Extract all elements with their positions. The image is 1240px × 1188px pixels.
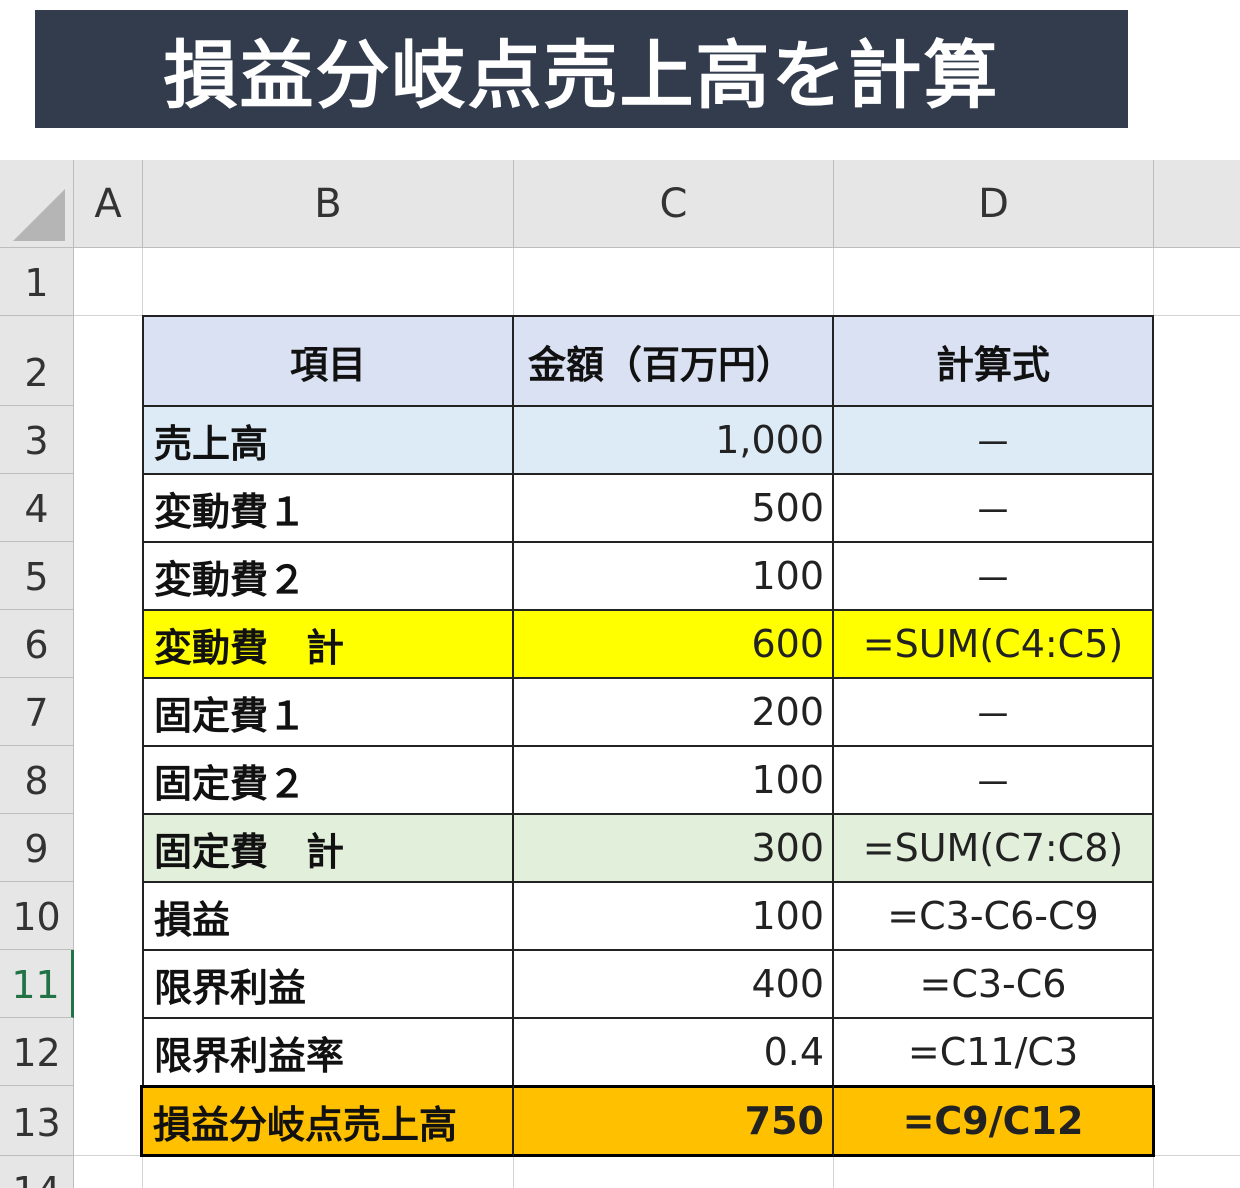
cell-item-fixed-cost-1[interactable]: 固定費１ (142, 679, 514, 747)
row-header-7[interactable]: 7 (0, 678, 74, 746)
cell-formula-sales[interactable]: － (834, 407, 1154, 475)
select-all-icon (13, 189, 65, 241)
cell-formula-variable-cost-2[interactable]: － (834, 543, 1154, 611)
row-header-9[interactable]: 9 (0, 814, 74, 882)
cell-formula-fixed-cost-2[interactable]: － (834, 747, 1154, 815)
cell-item-sales[interactable]: 売上高 (142, 407, 514, 475)
select-all-button[interactable] (0, 160, 74, 248)
cell-item-profit[interactable]: 損益 (142, 883, 514, 951)
cell-amount-fixed-cost-1[interactable]: 200 (514, 679, 834, 747)
cell-formula-marginal-profit-ratio[interactable]: =C11/C3 (834, 1019, 1154, 1087)
cell-item-variable-cost-1[interactable]: 変動費１ (142, 475, 514, 543)
cell-amount-variable-cost-1[interactable]: 500 (514, 475, 834, 543)
cell-amount-fixed-cost-2[interactable]: 100 (514, 747, 834, 815)
cell-formula-marginal-profit[interactable]: =C3-C6 (834, 951, 1154, 1019)
spreadsheet: A B C D 1 2 3 4 5 6 7 8 9 10 11 12 13 14… (0, 160, 1240, 1188)
cell-amount-break-even-sales[interactable]: 750 (514, 1085, 834, 1157)
row-header-12[interactable]: 12 (0, 1018, 74, 1086)
column-header-e[interactable] (1154, 160, 1240, 248)
banner-title: 損益分岐点売上高を計算 (163, 32, 1000, 119)
cell-item-variable-cost-2[interactable]: 変動費２ (142, 543, 514, 611)
title-banner: 損益分岐点売上高を計算 (35, 10, 1128, 128)
row-header-1[interactable]: 1 (0, 248, 74, 316)
row-header-3[interactable]: 3 (0, 406, 74, 474)
cell-item-marginal-profit[interactable]: 限界利益 (142, 951, 514, 1019)
column-header-b[interactable]: B (143, 160, 514, 248)
header-cell-item[interactable]: 項目 (142, 315, 514, 407)
cell-item-marginal-profit-ratio[interactable]: 限界利益率 (142, 1019, 514, 1087)
cell-amount-variable-total[interactable]: 600 (514, 611, 834, 679)
cell-item-fixed-cost-2[interactable]: 固定費２ (142, 747, 514, 815)
row-header-14[interactable]: 14 (0, 1156, 74, 1188)
row-header-11[interactable]: 11 (0, 950, 74, 1018)
cell-formula-variable-total[interactable]: =SUM(C4:C5) (834, 611, 1154, 679)
cell-formula-fixed-total[interactable]: =SUM(C7:C8) (834, 815, 1154, 883)
row-header-13[interactable]: 13 (0, 1086, 74, 1156)
column-header-d[interactable]: D (834, 160, 1154, 248)
cell-amount-variable-cost-2[interactable]: 100 (514, 543, 834, 611)
cell-amount-marginal-profit[interactable]: 400 (514, 951, 834, 1019)
row-header-6[interactable]: 6 (0, 610, 74, 678)
row-header-8[interactable]: 8 (0, 746, 74, 814)
header-cell-amount[interactable]: 金額（百万円） (514, 315, 834, 407)
cell-item-break-even-sales[interactable]: 損益分岐点売上高 (140, 1085, 514, 1157)
cell-formula-variable-cost-1[interactable]: － (834, 475, 1154, 543)
column-header-a[interactable]: A (74, 160, 143, 248)
cell-amount-fixed-total[interactable]: 300 (514, 815, 834, 883)
row-header-2[interactable]: 2 (0, 316, 74, 406)
row-header-10[interactable]: 10 (0, 882, 74, 950)
cell-amount-profit[interactable]: 100 (514, 883, 834, 951)
header-cell-formula[interactable]: 計算式 (834, 315, 1154, 407)
cell-amount-sales[interactable]: 1,000 (514, 407, 834, 475)
cell-formula-profit[interactable]: =C3-C6-C9 (834, 883, 1154, 951)
cell-amount-marginal-profit-ratio[interactable]: 0.4 (514, 1019, 834, 1087)
cell-formula-fixed-cost-1[interactable]: － (834, 679, 1154, 747)
row-header-5[interactable]: 5 (0, 542, 74, 610)
column-header-c[interactable]: C (514, 160, 834, 248)
row-header-4[interactable]: 4 (0, 474, 74, 542)
cell-item-variable-total[interactable]: 変動費 計 (142, 611, 514, 679)
cell-formula-break-even-sales[interactable]: =C9/C12 (834, 1085, 1155, 1157)
cell-item-fixed-total[interactable]: 固定費 計 (142, 815, 514, 883)
